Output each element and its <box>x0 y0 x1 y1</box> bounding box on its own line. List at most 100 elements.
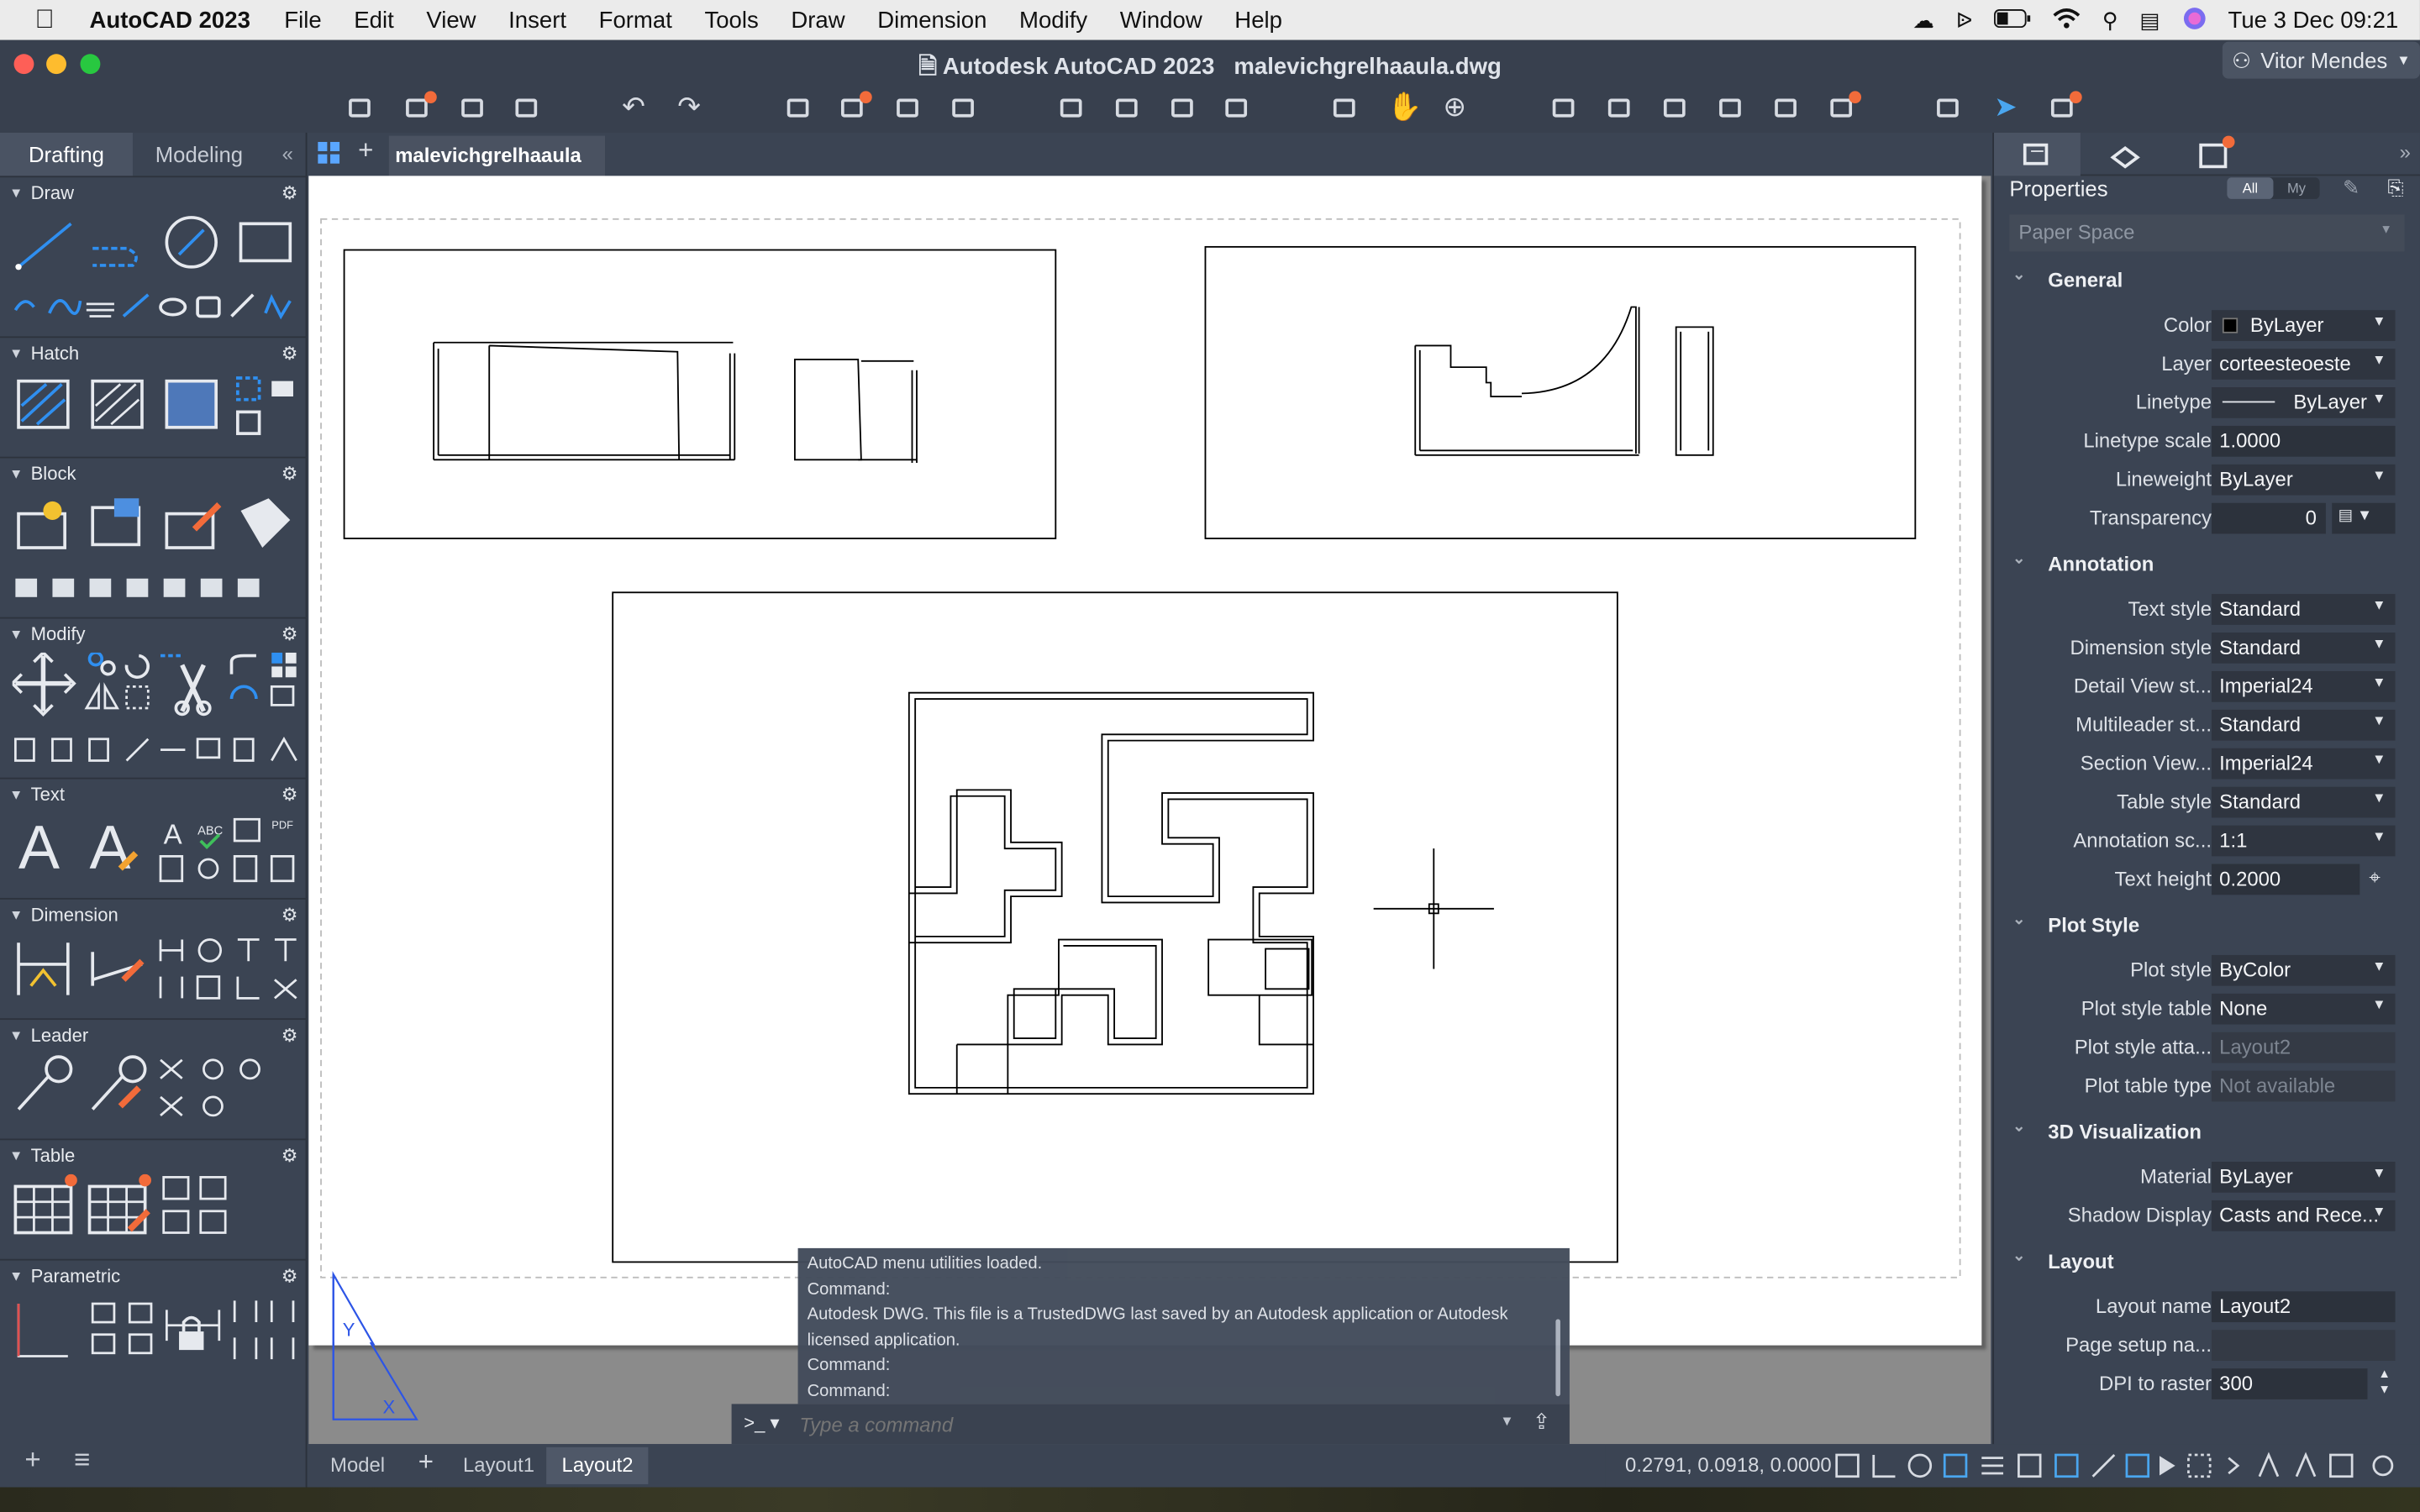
menu-window[interactable]: Window <box>1120 7 1202 33</box>
clock[interactable]: Tue 3 Dec 09:21 <box>2228 7 2399 33</box>
list-icon[interactable]: ≡ <box>74 1444 90 1477</box>
save-button[interactable] <box>457 92 488 123</box>
material-select[interactable]: ByLayer ▼ <box>2211 1162 2396 1193</box>
dimension-tools[interactable] <box>13 933 298 1020</box>
selection-cycling-icon[interactable] <box>2054 1453 2079 1478</box>
tab-drafting[interactable]: Drafting <box>0 132 133 176</box>
user-account-button[interactable]: ⚇ Vitor Mendes ▼ <box>2222 41 2420 79</box>
text-style-icon[interactable]: A <box>164 820 182 851</box>
section-view-style-select[interactable]: Imperial24 ▼ <box>2211 748 2396 780</box>
gear-icon[interactable]: ⚙ <box>281 463 298 485</box>
tab-drawing[interactable]: malevichgrelhaaula <box>388 135 605 176</box>
group-layout[interactable]: ⌄ Layout <box>1994 1243 2420 1280</box>
section-block-header[interactable]: ▼ Block ⚙ <box>0 458 308 489</box>
group-plot-style[interactable]: ⌄ Plot Style <box>1994 907 2420 944</box>
redo-button[interactable]: ↷ <box>675 91 706 123</box>
offset-icon[interactable] <box>229 685 258 700</box>
linetype-select[interactable]: ByLayer ▼ <box>2211 387 2396 418</box>
spinner-icon[interactable]: ▲ ▼ <box>2378 1367 2391 1398</box>
dimension-style-select[interactable]: Standard ▼ <box>2211 633 2396 664</box>
tag-icon[interactable] <box>271 381 293 397</box>
text-height-field[interactable]: 0.2000 <box>2211 864 2360 895</box>
export-button[interactable] <box>1111 92 1142 123</box>
zoom-window-tool[interactable] <box>1328 92 1360 123</box>
table-small-icons[interactable] <box>162 1176 227 1234</box>
expand-panel-icon[interactable]: » <box>2400 140 2411 164</box>
table-icon[interactable] <box>13 1184 73 1235</box>
layout-name-field[interactable]: Layout2 <box>2211 1291 2396 1323</box>
isodraft-icon[interactable] <box>1943 1453 1968 1478</box>
new-tab-icon[interactable]: + <box>358 136 373 167</box>
detail-view-style-select[interactable]: Imperial24 ▼ <box>2211 670 2396 702</box>
linetype-scale-field[interactable]: 1.0000 <box>2211 425 2396 457</box>
arc-icon[interactable] <box>13 300 35 312</box>
lineweight-icon[interactable] <box>1981 1457 2004 1475</box>
publish-button[interactable] <box>892 92 923 123</box>
group-3d-visualization[interactable]: ⌄ 3D Visualization <box>1994 1114 2420 1151</box>
menu-help[interactable]: Help <box>1234 7 1282 33</box>
single-line-text-icon[interactable]: A <box>90 813 131 882</box>
group-annotation[interactable]: ⌄ Annotation <box>1994 546 2420 583</box>
pdf-text-icon[interactable]: PDF <box>271 818 293 831</box>
section-leader-header[interactable]: ▼ Leader ⚙ <box>0 1020 308 1051</box>
menu-insert[interactable]: Insert <box>508 7 566 33</box>
section-text-header[interactable]: ▼ Text ⚙ <box>0 780 308 811</box>
menu-edit[interactable]: Edit <box>354 7 393 33</box>
tab-layers[interactable] <box>2082 133 2169 176</box>
text-tools[interactable]: A A A ABC PDF <box>13 813 298 900</box>
tab-layout2[interactable]: Layout2 <box>546 1446 649 1484</box>
gear-icon[interactable]: ⚙ <box>281 1265 298 1287</box>
selection-dropdown[interactable]: Paper Space ▼ <box>2009 214 2405 252</box>
apple-icon[interactable]:  <box>0 5 90 36</box>
grid-icon[interactable] <box>1835 1453 1860 1478</box>
copy-icon[interactable] <box>87 652 104 667</box>
gear-icon[interactable]: ⚙ <box>281 904 298 926</box>
layer-select[interactable]: corteesteoeste ▼ <box>2211 349 2396 380</box>
page-setup-button[interactable] <box>948 92 979 123</box>
polyline-icon[interactable] <box>92 246 138 267</box>
grid-view-icon[interactable] <box>318 141 340 164</box>
gear-icon[interactable]: ⚙ <box>281 1145 298 1167</box>
shadow-display-select[interactable]: Casts and Rece... ▼ <box>2211 1200 2396 1231</box>
scrollbar[interactable] <box>1555 1319 1560 1397</box>
design-center-tool[interactable] <box>1770 92 1802 123</box>
orbit-tool[interactable]: ⊕ <box>1440 91 1471 123</box>
stretch-icon[interactable] <box>125 685 150 710</box>
attribute-icon[interactable] <box>240 498 291 549</box>
chevron-down-icon[interactable]: ▼ <box>1500 1413 1513 1428</box>
bluetooth-icon[interactable]: ᐉ <box>1956 7 1973 33</box>
find-text-icon[interactable] <box>233 817 260 843</box>
multiline-text-icon[interactable]: A <box>18 813 60 882</box>
layout-drawing[interactable]: Y X <box>308 176 1981 1420</box>
modify-small-icons[interactable] <box>13 737 297 762</box>
viewport-2[interactable] <box>1204 245 1917 539</box>
workspace-icon[interactable] <box>2329 1453 2354 1478</box>
menu-file[interactable]: File <box>284 7 321 33</box>
array-icon[interactable] <box>271 652 283 664</box>
add-layout-icon[interactable]: + <box>418 1447 434 1478</box>
menu-draw[interactable]: Draw <box>791 7 844 33</box>
block-tools[interactable] <box>13 496 298 619</box>
gear-icon[interactable]: ⚙ <box>281 182 298 204</box>
scale-icon[interactable] <box>270 685 295 706</box>
section-table-header[interactable]: ▼ Table ⚙ <box>0 1140 308 1171</box>
properties-tool[interactable] <box>1548 92 1579 123</box>
ellipse-icon[interactable] <box>159 297 187 317</box>
menu-dimension[interactable]: Dimension <box>877 7 986 33</box>
chevron-left-icon[interactable] <box>2160 1456 2175 1476</box>
transparency-mode-button[interactable]: ▤ ▼ <box>2332 502 2396 534</box>
mirror-icon[interactable] <box>84 682 119 710</box>
multileader-style-select[interactable]: Standard ▼ <box>2211 709 2396 741</box>
color-select[interactable]: ByLayer ▼ <box>2211 310 2396 341</box>
web-button[interactable] <box>1221 92 1252 123</box>
gear-icon[interactable]: ⚙ <box>281 343 298 365</box>
share-icon[interactable]: ⇪ <box>1533 1409 1551 1435</box>
annotation-scale-select[interactable]: 1:1 ▼ <box>2211 825 2396 857</box>
tab-layout1[interactable]: Layout1 <box>448 1447 550 1484</box>
menu-format[interactable]: Format <box>599 7 672 33</box>
add-layer-tool[interactable] <box>1659 92 1690 123</box>
lock-icon[interactable] <box>179 1331 204 1351</box>
save-as-button[interactable] <box>511 92 542 123</box>
xline-icon[interactable] <box>230 293 255 318</box>
transparency-icon[interactable] <box>2018 1453 2042 1478</box>
